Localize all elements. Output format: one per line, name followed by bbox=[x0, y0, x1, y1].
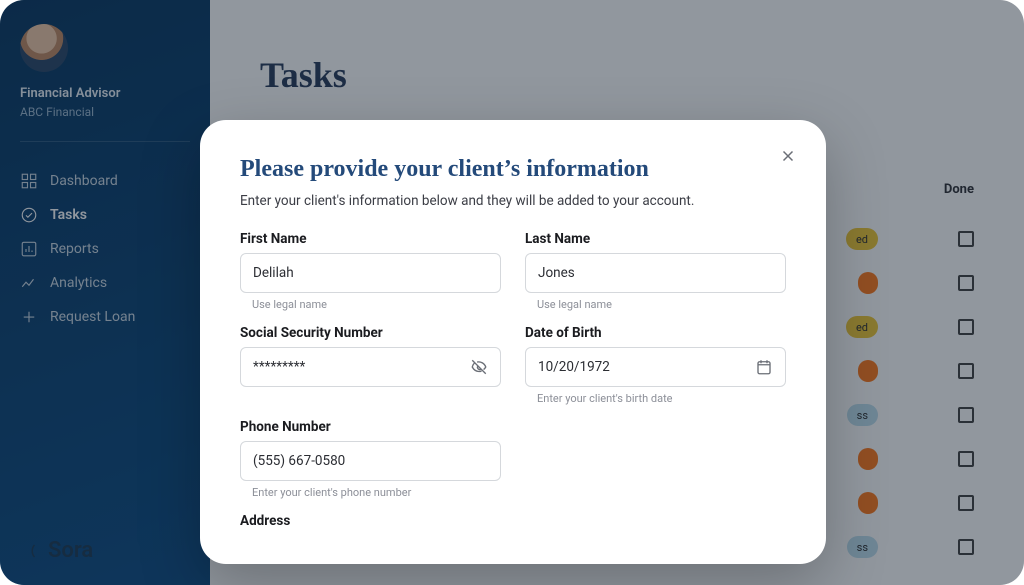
modal-title: Please provide your client’s information bbox=[240, 156, 786, 183]
close-icon bbox=[779, 147, 797, 165]
phone-helper: Enter your client's phone number bbox=[252, 486, 501, 499]
modal-subtitle: Enter your client's information below an… bbox=[240, 193, 786, 209]
first-name-input[interactable] bbox=[253, 265, 488, 281]
dob-helper: Enter your client's birth date bbox=[537, 392, 786, 405]
calendar-icon[interactable] bbox=[755, 358, 773, 376]
dob-input[interactable] bbox=[538, 359, 755, 375]
last-name-helper: Use legal name bbox=[537, 298, 786, 311]
address-label: Address bbox=[240, 513, 786, 529]
last-name-field: Last Name Use legal name bbox=[525, 231, 786, 311]
first-name-helper: Use legal name bbox=[252, 298, 501, 311]
client-info-modal: Please provide your client’s information… bbox=[200, 120, 826, 564]
ssn-input-wrapper bbox=[240, 347, 501, 387]
last-name-input-wrapper bbox=[525, 253, 786, 293]
dob-field: Date of Birth Enter your client's birth … bbox=[525, 325, 786, 405]
phone-field: Phone Number Enter your client's phone n… bbox=[240, 419, 501, 499]
address-field: Address bbox=[240, 513, 786, 535]
first-name-field: First Name Use legal name bbox=[240, 231, 501, 311]
last-name-label: Last Name bbox=[525, 231, 786, 247]
ssn-input[interactable] bbox=[253, 359, 470, 375]
phone-input[interactable] bbox=[253, 453, 488, 469]
ssn-field: Social Security Number bbox=[240, 325, 501, 405]
dob-input-wrapper bbox=[525, 347, 786, 387]
last-name-input[interactable] bbox=[538, 265, 773, 281]
close-button[interactable] bbox=[774, 142, 802, 170]
visibility-off-icon[interactable] bbox=[470, 358, 488, 376]
ssn-label: Social Security Number bbox=[240, 325, 501, 341]
phone-input-wrapper bbox=[240, 441, 501, 481]
first-name-label: First Name bbox=[240, 231, 501, 247]
dob-label: Date of Birth bbox=[525, 325, 786, 341]
first-name-input-wrapper bbox=[240, 253, 501, 293]
phone-label: Phone Number bbox=[240, 419, 501, 435]
